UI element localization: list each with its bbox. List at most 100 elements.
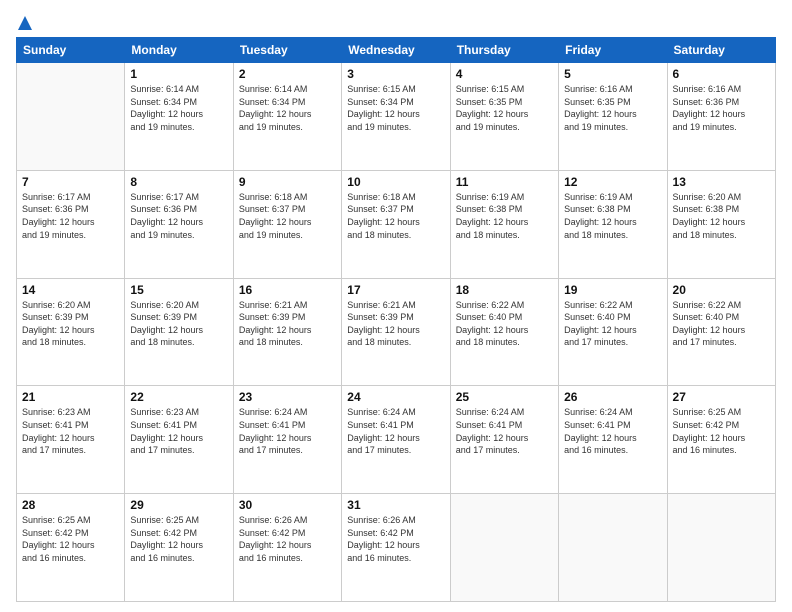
- day-number: 8: [130, 175, 227, 189]
- day-number: 5: [564, 67, 661, 81]
- day-number: 7: [22, 175, 119, 189]
- cell-content: Sunrise: 6:18 AM Sunset: 6:37 PM Dayligh…: [239, 191, 336, 241]
- day-header-monday: Monday: [125, 38, 233, 63]
- calendar-cell: 9 Sunrise: 6:18 AM Sunset: 6:37 PM Daylig…: [233, 170, 341, 278]
- cell-content: Sunrise: 6:15 AM Sunset: 6:35 PM Dayligh…: [456, 83, 553, 133]
- calendar-cell: 2 Sunrise: 6:14 AM Sunset: 6:34 PM Daylig…: [233, 63, 341, 171]
- calendar-cell: [450, 494, 558, 602]
- day-number: 23: [239, 390, 336, 404]
- day-number: 1: [130, 67, 227, 81]
- logo-triangle-icon: [16, 14, 34, 32]
- calendar-cell: 31 Sunrise: 6:26 AM Sunset: 6:42 PM Dayli…: [342, 494, 450, 602]
- calendar-cell: 23 Sunrise: 6:24 AM Sunset: 6:41 PM Dayli…: [233, 386, 341, 494]
- day-number: 24: [347, 390, 444, 404]
- header: [16, 14, 776, 29]
- calendar-table: SundayMondayTuesdayWednesdayThursdayFrid…: [16, 37, 776, 602]
- day-header-saturday: Saturday: [667, 38, 775, 63]
- calendar-cell: [17, 63, 125, 171]
- cell-content: Sunrise: 6:25 AM Sunset: 6:42 PM Dayligh…: [130, 514, 227, 564]
- cell-content: Sunrise: 6:19 AM Sunset: 6:38 PM Dayligh…: [564, 191, 661, 241]
- cell-content: Sunrise: 6:25 AM Sunset: 6:42 PM Dayligh…: [22, 514, 119, 564]
- calendar-cell: 28 Sunrise: 6:25 AM Sunset: 6:42 PM Dayli…: [17, 494, 125, 602]
- calendar-cell: 1 Sunrise: 6:14 AM Sunset: 6:34 PM Daylig…: [125, 63, 233, 171]
- day-number: 10: [347, 175, 444, 189]
- cell-content: Sunrise: 6:22 AM Sunset: 6:40 PM Dayligh…: [673, 299, 770, 349]
- cell-content: Sunrise: 6:22 AM Sunset: 6:40 PM Dayligh…: [456, 299, 553, 349]
- day-number: 20: [673, 283, 770, 297]
- day-number: 26: [564, 390, 661, 404]
- cell-content: Sunrise: 6:16 AM Sunset: 6:35 PM Dayligh…: [564, 83, 661, 133]
- calendar-cell: 21 Sunrise: 6:23 AM Sunset: 6:41 PM Dayli…: [17, 386, 125, 494]
- cell-content: Sunrise: 6:24 AM Sunset: 6:41 PM Dayligh…: [564, 406, 661, 456]
- calendar-cell: 18Sunrise: 6:22 AM Sunset: 6:40 PM Dayli…: [450, 278, 558, 386]
- calendar-cell: 30Sunrise: 6:26 AM Sunset: 6:42 PM Dayli…: [233, 494, 341, 602]
- calendar-cell: 7Sunrise: 6:17 AM Sunset: 6:36 PM Daylig…: [17, 170, 125, 278]
- calendar-cell: 22Sunrise: 6:23 AM Sunset: 6:41 PM Dayli…: [125, 386, 233, 494]
- day-number: 16: [239, 283, 336, 297]
- day-number: 29: [130, 498, 227, 512]
- cell-content: Sunrise: 6:23 AM Sunset: 6:41 PM Dayligh…: [130, 406, 227, 456]
- calendar-body: 1 Sunrise: 6:14 AM Sunset: 6:34 PM Daylig…: [17, 63, 776, 602]
- day-header-wednesday: Wednesday: [342, 38, 450, 63]
- day-number: 13: [673, 175, 770, 189]
- cell-content: Sunrise: 6:21 AM Sunset: 6:39 PM Dayligh…: [347, 299, 444, 349]
- day-number: 21: [22, 390, 119, 404]
- cell-content: Sunrise: 6:24 AM Sunset: 6:41 PM Dayligh…: [239, 406, 336, 456]
- calendar-cell: 3Sunrise: 6:15 AM Sunset: 6:34 PM Daylig…: [342, 63, 450, 171]
- day-header-thursday: Thursday: [450, 38, 558, 63]
- cell-content: Sunrise: 6:14 AM Sunset: 6:34 PM Dayligh…: [239, 83, 336, 133]
- calendar-cell: 12 Sunrise: 6:19 AM Sunset: 6:38 PM Dayli…: [559, 170, 667, 278]
- calendar-cell: [559, 494, 667, 602]
- day-number: 6: [673, 67, 770, 81]
- day-number: 4: [456, 67, 553, 81]
- calendar-cell: [667, 494, 775, 602]
- day-number: 28: [22, 498, 119, 512]
- cell-content: Sunrise: 6:18 AM Sunset: 6:37 PM Dayligh…: [347, 191, 444, 241]
- cell-content: Sunrise: 6:23 AM Sunset: 6:41 PM Dayligh…: [22, 406, 119, 456]
- day-number: 15: [130, 283, 227, 297]
- cell-content: Sunrise: 6:26 AM Sunset: 6:42 PM Dayligh…: [239, 514, 336, 564]
- calendar-cell: 26 Sunrise: 6:24 AM Sunset: 6:41 PM Dayli…: [559, 386, 667, 494]
- calendar-cell: 24Sunrise: 6:24 AM Sunset: 6:41 PM Dayli…: [342, 386, 450, 494]
- day-number: 31: [347, 498, 444, 512]
- cell-content: Sunrise: 6:14 AM Sunset: 6:34 PM Dayligh…: [130, 83, 227, 133]
- calendar-cell: 17 Sunrise: 6:21 AM Sunset: 6:39 PM Dayli…: [342, 278, 450, 386]
- cell-content: Sunrise: 6:20 AM Sunset: 6:39 PM Dayligh…: [22, 299, 119, 349]
- calendar-cell: 27Sunrise: 6:25 AM Sunset: 6:42 PM Dayli…: [667, 386, 775, 494]
- calendar-header-row: SundayMondayTuesdayWednesdayThursdayFrid…: [17, 38, 776, 63]
- calendar-cell: 14 Sunrise: 6:20 AM Sunset: 6:39 PM Dayli…: [17, 278, 125, 386]
- calendar-cell: 13Sunrise: 6:20 AM Sunset: 6:38 PM Dayli…: [667, 170, 775, 278]
- calendar-cell: 6 Sunrise: 6:16 AM Sunset: 6:36 PM Daylig…: [667, 63, 775, 171]
- cell-content: Sunrise: 6:20 AM Sunset: 6:39 PM Dayligh…: [130, 299, 227, 349]
- cell-content: Sunrise: 6:21 AM Sunset: 6:39 PM Dayligh…: [239, 299, 336, 349]
- week-row-3: 21 Sunrise: 6:23 AM Sunset: 6:41 PM Dayli…: [17, 386, 776, 494]
- cell-content: Sunrise: 6:15 AM Sunset: 6:34 PM Dayligh…: [347, 83, 444, 133]
- calendar-cell: 16 Sunrise: 6:21 AM Sunset: 6:39 PM Dayli…: [233, 278, 341, 386]
- page: SundayMondayTuesdayWednesdayThursdayFrid…: [0, 0, 792, 612]
- calendar-cell: 29 Sunrise: 6:25 AM Sunset: 6:42 PM Dayli…: [125, 494, 233, 602]
- cell-content: Sunrise: 6:26 AM Sunset: 6:42 PM Dayligh…: [347, 514, 444, 564]
- week-row-4: 28 Sunrise: 6:25 AM Sunset: 6:42 PM Dayli…: [17, 494, 776, 602]
- calendar-cell: 25 Sunrise: 6:24 AM Sunset: 6:41 PM Dayli…: [450, 386, 558, 494]
- cell-content: Sunrise: 6:16 AM Sunset: 6:36 PM Dayligh…: [673, 83, 770, 133]
- calendar-cell: 8 Sunrise: 6:17 AM Sunset: 6:36 PM Daylig…: [125, 170, 233, 278]
- cell-content: Sunrise: 6:19 AM Sunset: 6:38 PM Dayligh…: [456, 191, 553, 241]
- calendar-cell: 15 Sunrise: 6:20 AM Sunset: 6:39 PM Dayli…: [125, 278, 233, 386]
- week-row-0: 1 Sunrise: 6:14 AM Sunset: 6:34 PM Daylig…: [17, 63, 776, 171]
- day-number: 12: [564, 175, 661, 189]
- cell-content: Sunrise: 6:22 AM Sunset: 6:40 PM Dayligh…: [564, 299, 661, 349]
- day-header-friday: Friday: [559, 38, 667, 63]
- day-number: 27: [673, 390, 770, 404]
- calendar-cell: 11Sunrise: 6:19 AM Sunset: 6:38 PM Dayli…: [450, 170, 558, 278]
- day-number: 17: [347, 283, 444, 297]
- day-number: 9: [239, 175, 336, 189]
- calendar-cell: 5 Sunrise: 6:16 AM Sunset: 6:35 PM Daylig…: [559, 63, 667, 171]
- day-number: 25: [456, 390, 553, 404]
- day-number: 2: [239, 67, 336, 81]
- cell-content: Sunrise: 6:17 AM Sunset: 6:36 PM Dayligh…: [130, 191, 227, 241]
- day-header-sunday: Sunday: [17, 38, 125, 63]
- day-number: 14: [22, 283, 119, 297]
- logo: [16, 14, 35, 29]
- cell-content: Sunrise: 6:24 AM Sunset: 6:41 PM Dayligh…: [456, 406, 553, 456]
- calendar-cell: 19Sunrise: 6:22 AM Sunset: 6:40 PM Dayli…: [559, 278, 667, 386]
